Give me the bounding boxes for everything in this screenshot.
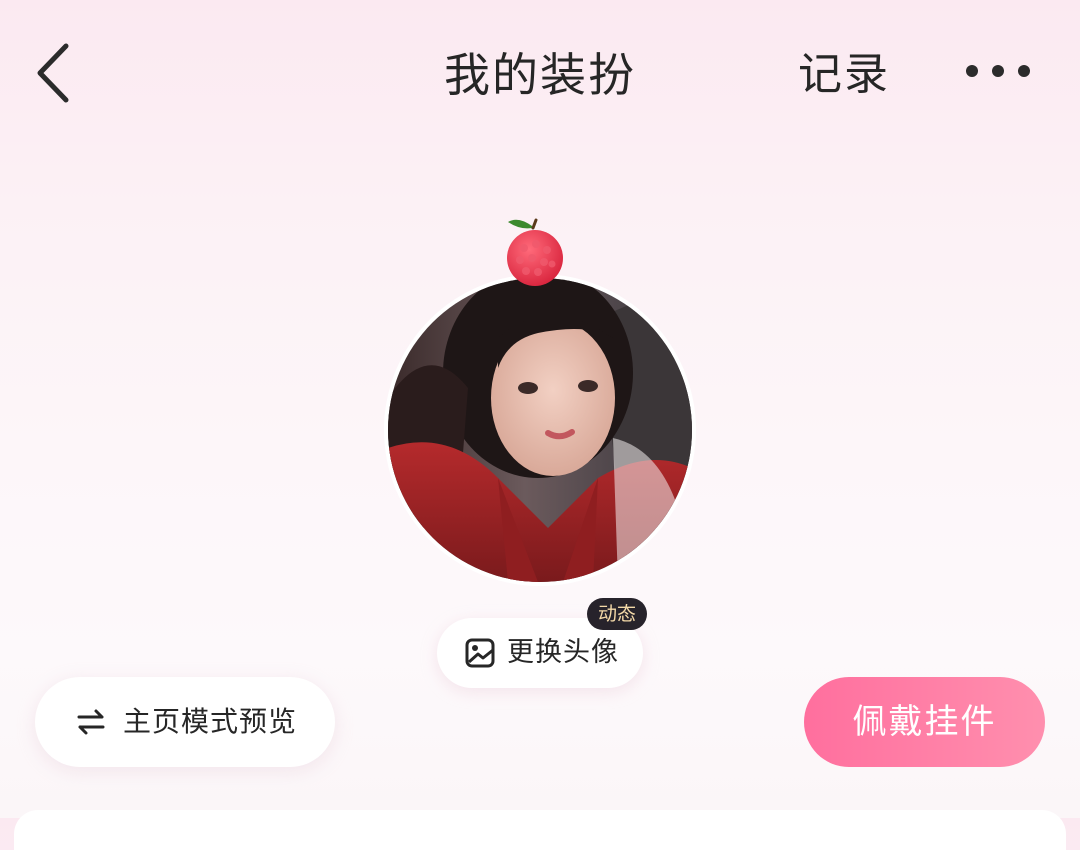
bottom-sheet (14, 810, 1066, 850)
dynamic-badge: 动态 (587, 598, 648, 630)
homepage-preview-button[interactable]: 主页模式预览 (35, 677, 335, 767)
header-bar: 我的装扮 记录 (0, 0, 1080, 150)
image-icon (465, 638, 495, 668)
wear-pendant-button[interactable]: 佩戴挂件 (804, 677, 1045, 767)
more-horizontal-icon[interactable] (958, 56, 1038, 86)
avatar[interactable] (388, 278, 692, 582)
swap-arrows-icon (77, 709, 105, 735)
homepage-preview-label: 主页模式预览 (123, 705, 298, 738)
record-button[interactable]: 记录 (798, 40, 890, 110)
avatar-photo (388, 278, 692, 582)
page-title: 我的装扮 (444, 48, 636, 102)
lychee-pendant-icon (507, 218, 563, 286)
